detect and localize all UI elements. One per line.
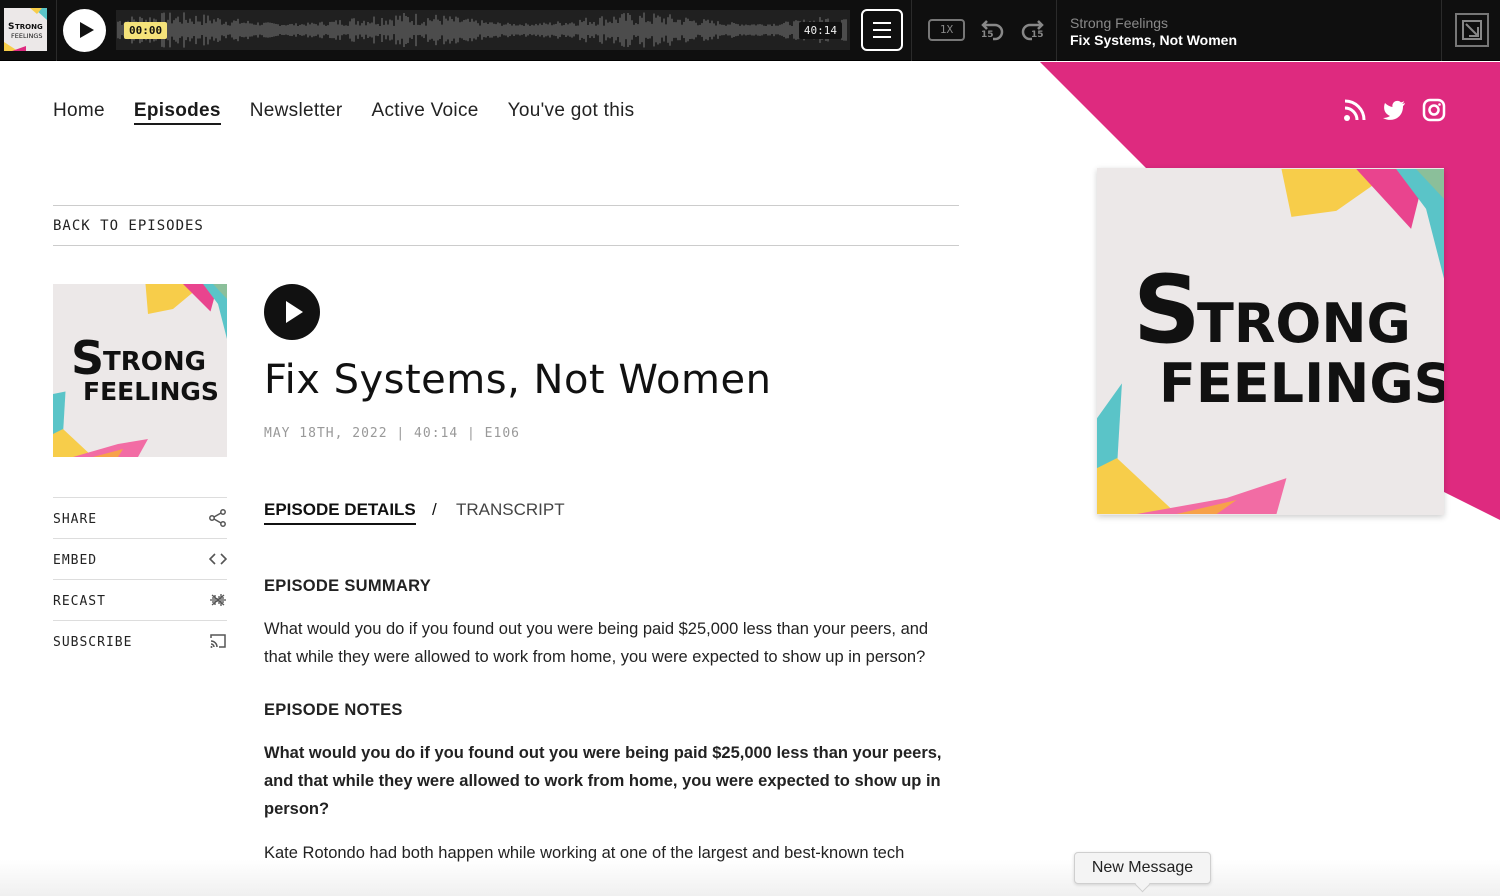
large-cover-wordmark: S TRONG FEELINGS (1133, 256, 1444, 415)
embed-label: EMBED (53, 553, 98, 568)
subscribe-action[interactable]: SUBSCRIBE (53, 620, 227, 661)
episode-title: Fix Systems, Not Women (264, 357, 772, 403)
large-cover-letter-s: S (1133, 256, 1201, 365)
nav-episodes[interactable]: Episodes (133, 100, 221, 125)
notes-text: Kate Rotondo had both happen while worki… (264, 844, 905, 862)
episode-actions: SHARE EMBED RECAST SUBSCRIBE (53, 497, 227, 661)
summary-text: What would you do if you found out you w… (264, 620, 929, 666)
episode-cover-art: S TRONG FEELINGS (53, 284, 227, 457)
subscribe-label: SUBSCRIBE (53, 635, 133, 650)
show-cover-art: S TRONG FEELINGS (1097, 168, 1444, 515)
large-cover-line1-rest: TRONG (1197, 292, 1411, 355)
back-to-episodes-bar: BACK TO EPISODES (53, 205, 959, 246)
episode-play-button[interactable] (264, 284, 320, 340)
large-cover-line2: FEELINGS (1159, 352, 1444, 415)
instagram-icon[interactable] (1422, 98, 1446, 122)
new-message-button[interactable]: New Message (1074, 852, 1211, 884)
back-to-episodes-link[interactable]: BACK TO EPISODES (53, 218, 204, 234)
rss-icon[interactable] (1343, 98, 1367, 122)
main-nav: Home Episodes Newsletter Active Voice Yo… (53, 100, 663, 125)
twitter-icon[interactable] (1383, 98, 1407, 122)
nav-home[interactable]: Home (53, 100, 105, 125)
cast-icon (210, 634, 226, 648)
summary-heading: EPISODE SUMMARY (264, 577, 432, 595)
tab-transcript[interactable]: TRANSCRIPT (456, 500, 565, 520)
notes-heading: EPISODE NOTES (264, 701, 403, 719)
code-icon (209, 553, 227, 565)
episode-content: EPISODE SUMMARY What would you do if you… (264, 572, 954, 892)
embed-action[interactable]: EMBED (53, 538, 227, 579)
cover-line1-rest: TRONG (103, 347, 206, 377)
cover-art-wordmark: S TRONG FEELINGS (71, 331, 219, 406)
recast-icon (210, 594, 226, 606)
cover-line2: FEELINGS (83, 377, 219, 406)
nav-active-voice[interactable]: Active Voice (372, 100, 479, 125)
episode-meta: MAY 18TH, 2022 | 40:14 | E106 (264, 426, 520, 441)
share-action[interactable]: SHARE (53, 497, 227, 538)
nav-newsletter[interactable]: Newsletter (250, 100, 343, 125)
notes-bold-text: What would you do if you found out you w… (264, 744, 942, 818)
share-label: SHARE (53, 512, 98, 527)
tab-separator: / (432, 500, 437, 519)
recast-action[interactable]: RECAST (53, 579, 227, 620)
recast-label: RECAST (53, 594, 106, 609)
tab-episode-details[interactable]: EPISODE DETAILS (264, 500, 416, 525)
share-icon (209, 509, 226, 527)
nav-youve-got-this[interactable]: You've got this (508, 100, 635, 125)
